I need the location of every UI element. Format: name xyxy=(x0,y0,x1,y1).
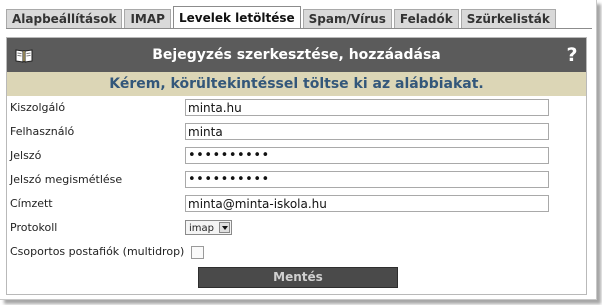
multidrop-row: Csoportos postafiók (multidrop) xyxy=(7,240,586,264)
server-label: Kiszolgáló xyxy=(10,101,66,114)
panel-title: Bejegyzés szerkesztése, hozzáadása xyxy=(152,47,441,63)
recipient-row: Címzett xyxy=(7,192,586,216)
panel-header: Bejegyzés szerkesztése, hozzáadása ? xyxy=(7,38,586,72)
password-label: Jelszó xyxy=(10,149,42,162)
password-repeat-input[interactable] xyxy=(185,171,549,188)
user-row: Felhasználó xyxy=(7,120,586,144)
protocol-selected-value: imap xyxy=(189,223,214,234)
server-input[interactable] xyxy=(185,99,549,116)
user-input[interactable] xyxy=(185,123,549,140)
protocol-row: Protokoll imap xyxy=(7,216,586,240)
multidrop-checkbox[interactable] xyxy=(191,246,204,259)
help-icon[interactable]: ? xyxy=(565,45,579,65)
tab-alapbeallitasok[interactable]: Alapbeállítások xyxy=(6,9,123,29)
multidrop-label: Csoportos postafiók (multidrop) xyxy=(10,245,185,258)
tab-levelek-letoltese[interactable]: Levelek letöltése xyxy=(172,6,301,29)
protocol-select[interactable]: imap xyxy=(185,220,232,235)
tab-szurkelistak[interactable]: Szürkelisták xyxy=(460,9,556,29)
user-label: Felhasználó xyxy=(10,125,75,138)
password-input[interactable] xyxy=(185,147,549,164)
chevron-down-icon xyxy=(219,222,230,233)
password-row: Jelszó xyxy=(7,144,586,168)
protocol-label: Protokoll xyxy=(10,221,58,234)
password-repeat-row: Jelszó megismétlése xyxy=(7,168,586,192)
server-row: Kiszolgáló xyxy=(7,96,586,120)
tab-imap[interactable]: IMAP xyxy=(124,9,171,29)
instruction-notice: Kérem, körültekintéssel töltse ki az alá… xyxy=(7,72,586,96)
tab-spam-virus[interactable]: Spam/Vírus xyxy=(302,9,392,29)
tab-bar: Alapbeállítások IMAP Levelek letöltése S… xyxy=(6,6,558,29)
tab-divider xyxy=(6,28,592,29)
save-button[interactable]: Mentés xyxy=(198,267,398,288)
recipient-label: Címzett xyxy=(10,197,53,210)
tab-feladok[interactable]: Feladók xyxy=(393,9,459,29)
recipient-input[interactable] xyxy=(185,195,549,212)
password-repeat-label: Jelszó megismétlése xyxy=(10,173,123,186)
window-frame: Alapbeállítások IMAP Levelek letöltése S… xyxy=(0,0,597,300)
edit-panel: Bejegyzés szerkesztése, hozzáadása ? Kér… xyxy=(6,37,587,295)
